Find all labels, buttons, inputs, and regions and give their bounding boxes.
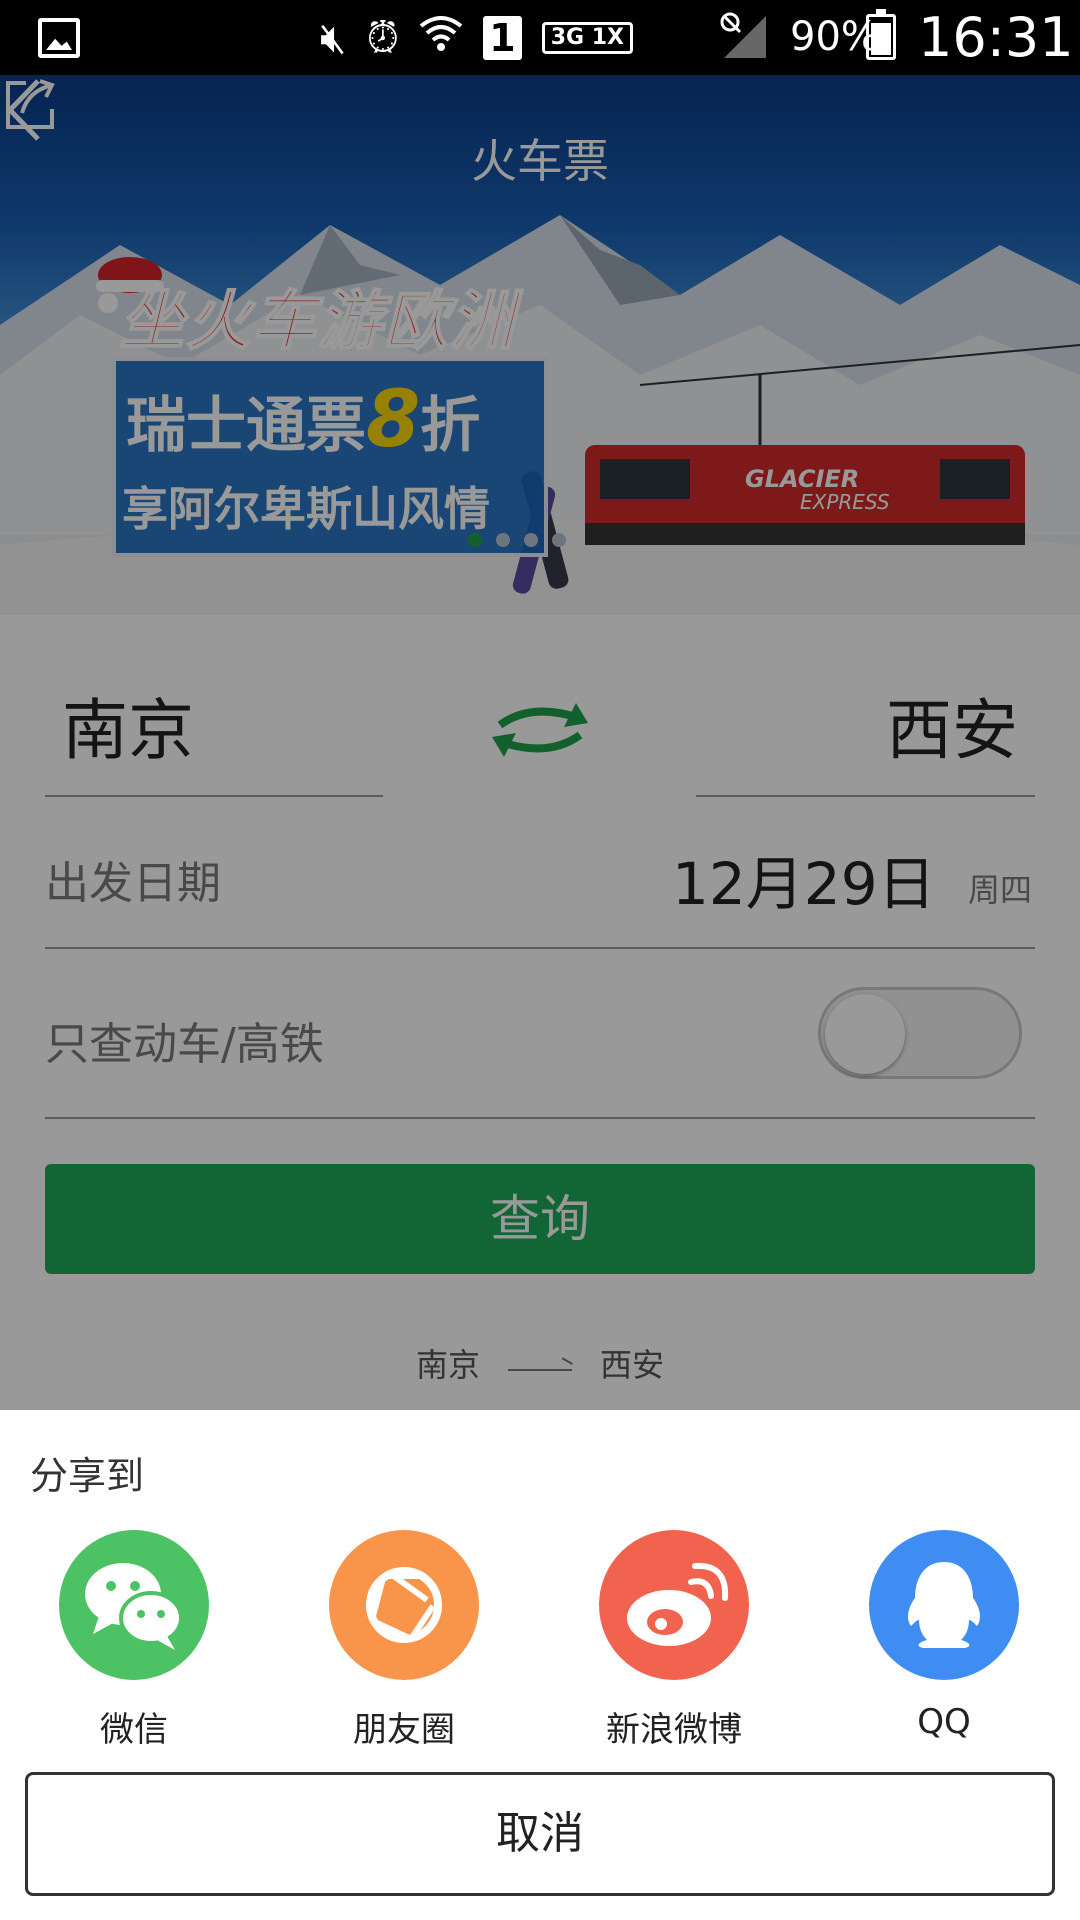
share-sheet: 分享到 微信 朋友圈 新浪微博 QQ 取消 (0, 1410, 1080, 1920)
cancel-button[interactable]: 取消 (25, 1772, 1055, 1896)
share-option-weibo[interactable]: 新浪微博 (574, 1530, 774, 1751)
share-label: 朋友圈 (353, 1710, 455, 1750)
wifi-icon (419, 14, 463, 63)
share-label: 微信 (100, 1710, 168, 1750)
mute-icon: 🔇︎ (320, 13, 347, 62)
qq-icon[interactable] (869, 1530, 1019, 1680)
share-label: QQ (917, 1702, 971, 1742)
battery-icon (866, 9, 896, 60)
share-option-wechat[interactable]: 微信 (34, 1530, 234, 1751)
moments-icon[interactable] (329, 1530, 479, 1680)
sim-badge: 1 (483, 16, 522, 60)
alarm-icon: ⏰︎ (366, 13, 400, 62)
share-sheet-title: 分享到 (30, 1454, 145, 1498)
wechat-icon[interactable] (59, 1530, 209, 1680)
status-icons: 🔇︎ ⏰︎ 1 3G 1X (320, 8, 633, 68)
share-label: 新浪微博 (606, 1710, 742, 1750)
status-bar: 🔇︎ ⏰︎ 1 3G 1X 90% 16:31 (0, 0, 1080, 75)
share-option-moments[interactable]: 朋友圈 (304, 1530, 504, 1751)
weibo-icon[interactable] (599, 1530, 749, 1680)
gallery-notification-icon (38, 18, 80, 58)
share-option-qq[interactable]: QQ (844, 1530, 1044, 1742)
modal-overlay[interactable] (0, 75, 1080, 1410)
signal-strength-icon (720, 12, 770, 60)
network-type-badge: 3G 1X (541, 22, 633, 54)
clock: 16:31 (918, 6, 1074, 69)
